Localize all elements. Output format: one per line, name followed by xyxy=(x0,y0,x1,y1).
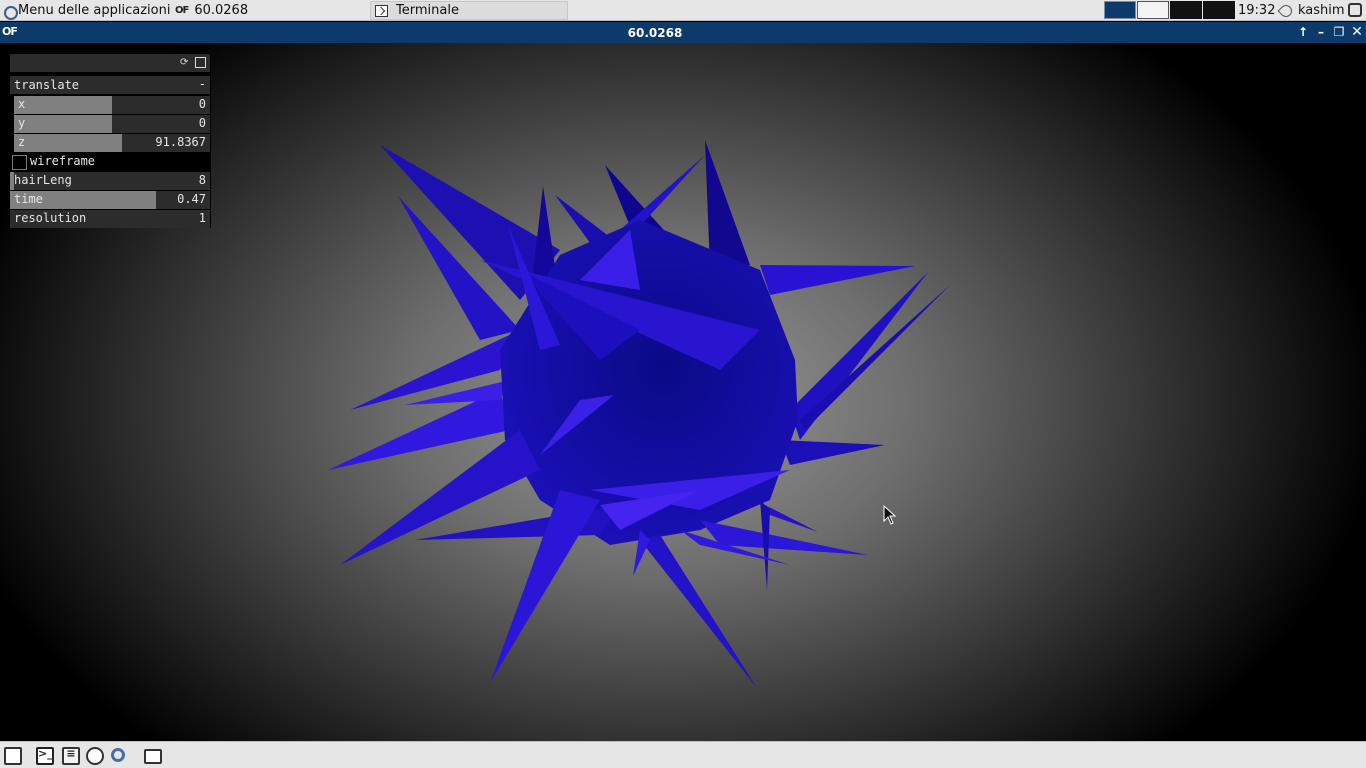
slider-y-fill xyxy=(14,115,112,133)
workspace-1[interactable] xyxy=(1104,1,1136,19)
applications-menu-label: Menu delle applicazioni xyxy=(18,3,171,18)
gui-panel: ⟳ translate - x 0 y 0 z 91.8367 wirefram… xyxy=(9,53,211,228)
bottom-panel: >_ ≡ xyxy=(0,741,1366,768)
clock[interactable]: 19:32 xyxy=(1238,0,1275,21)
web-browser-launcher-icon[interactable] xyxy=(86,747,104,765)
wireframe-checkbox[interactable] xyxy=(12,155,27,170)
slider-x[interactable]: x 0 xyxy=(14,96,210,114)
slider-time-value: 0.47 xyxy=(177,192,206,206)
slider-resolution-label: resolution xyxy=(14,211,87,225)
minimize-icon[interactable]: – xyxy=(1314,25,1328,39)
group-label: translate xyxy=(14,78,80,92)
logout-icon[interactable] xyxy=(1348,3,1362,17)
mouse-pointer-icon xyxy=(883,505,897,525)
file-manager-launcher-icon[interactable]: ≡ xyxy=(62,747,80,765)
taskbar-item-openframeworks[interactable]: OF 60.0268 xyxy=(170,1,368,20)
slider-y[interactable]: y 0 xyxy=(14,115,210,133)
user-menu[interactable]: kashim xyxy=(1277,0,1345,21)
slider-x-value: 0 xyxy=(198,97,206,111)
slider-z-value: 91.8367 xyxy=(155,135,206,149)
openframeworks-icon: OF xyxy=(175,5,189,16)
window-titlebar[interactable]: OF 60.0268 ↑ – ❐ ✕ xyxy=(0,22,1366,43)
group-translate-header[interactable]: translate - xyxy=(10,76,210,94)
taskbar-item-label: 60.0268 xyxy=(194,3,249,18)
slider-z[interactable]: z 91.8367 xyxy=(14,134,210,152)
slider-time-label: time xyxy=(14,192,43,206)
slider-hairleng-label: hairLeng xyxy=(14,173,72,187)
close-icon[interactable]: ✕ xyxy=(1350,25,1364,39)
show-desktop-icon[interactable] xyxy=(4,747,22,765)
collapse-button[interactable]: - xyxy=(199,77,206,91)
workspace-4[interactable] xyxy=(1203,1,1235,19)
slider-z-label: z xyxy=(18,135,26,149)
slider-hairleng-value: 8 xyxy=(198,173,206,187)
wireframe-label: wireframe xyxy=(30,154,96,168)
user-name: kashim xyxy=(1298,3,1345,18)
slider-x-fill xyxy=(14,96,112,114)
slider-y-value: 0 xyxy=(198,116,206,130)
slider-resolution-value: 1 xyxy=(198,211,206,225)
workspace-3[interactable] xyxy=(1170,1,1202,19)
reload-icon[interactable]: ⟳ xyxy=(180,57,191,68)
workspace-2[interactable] xyxy=(1137,1,1169,19)
window-title: 60.0268 xyxy=(627,26,683,40)
terminal-launcher-icon[interactable]: >_ xyxy=(36,747,54,765)
slider-z-fill xyxy=(14,134,122,152)
slider-time[interactable]: time 0.47 xyxy=(10,191,210,209)
slider-resolution[interactable]: resolution 1 xyxy=(10,210,210,228)
folder-launcher-icon[interactable] xyxy=(144,749,162,764)
gui-header: ⟳ xyxy=(10,54,210,72)
applications-menu-button[interactable]: Menu delle applicazioni xyxy=(2,0,170,21)
shade-arrow-up-icon[interactable]: ↑ xyxy=(1296,25,1310,39)
slider-x-label: x xyxy=(18,97,26,111)
maximize-icon[interactable]: ❐ xyxy=(1332,25,1346,39)
search-launcher-icon[interactable] xyxy=(111,748,125,762)
applications-menu-icon xyxy=(2,4,18,20)
taskbar-item-label: Terminale xyxy=(396,3,459,18)
top-panel: Menu delle applicazioni OF 60.0268 Termi… xyxy=(0,0,1366,21)
taskbar-item-terminal[interactable]: Terminale xyxy=(370,1,568,20)
save-icon[interactable] xyxy=(195,57,206,68)
user-icon xyxy=(1277,2,1295,19)
toggle-wireframe[interactable]: wireframe xyxy=(10,153,210,171)
slider-hairleng[interactable]: hairLeng 8 xyxy=(10,172,210,190)
terminal-icon xyxy=(375,4,388,17)
slider-y-label: y xyxy=(18,116,26,130)
